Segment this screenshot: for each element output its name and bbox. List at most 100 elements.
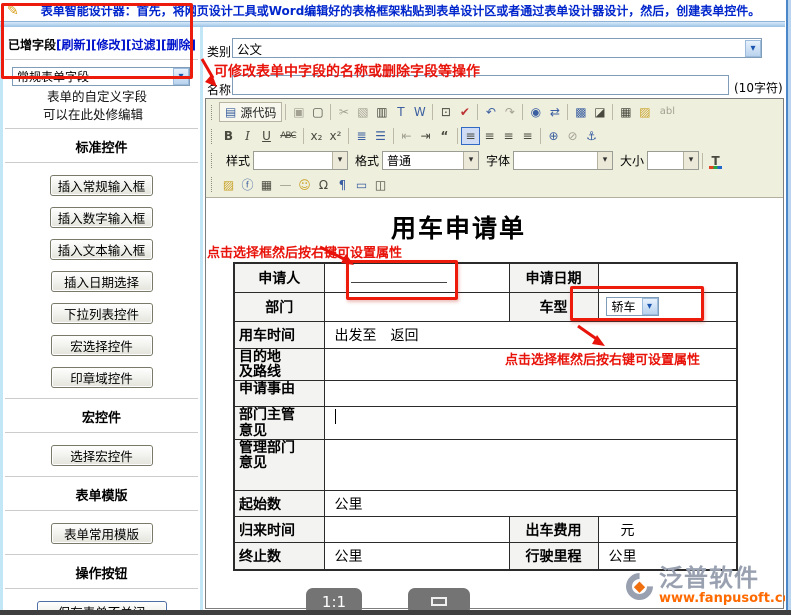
trip-fee-value-cell[interactable]: 元 xyxy=(598,517,737,543)
chevron-down-icon[interactable]: ▾ xyxy=(745,40,761,57)
font-select[interactable]: ▾ xyxy=(513,151,613,170)
outdent-icon[interactable]: ⇤ xyxy=(397,127,416,145)
choose-macro-control-button[interactable]: 选择宏控件 xyxy=(51,445,153,466)
align-center-icon[interactable]: ≡ xyxy=(480,127,499,145)
align-right-icon[interactable]: ≡ xyxy=(499,127,518,145)
flash-icon[interactable]: ⓕ xyxy=(238,176,257,194)
image-button-icon[interactable]: ▨ xyxy=(635,103,654,121)
smiley-icon[interactable]: ☺ xyxy=(295,176,314,194)
cut-icon[interactable]: ✂ xyxy=(334,103,353,121)
annotation-box-added-fields xyxy=(1,3,193,79)
table-icon[interactable]: ▦ xyxy=(257,176,276,194)
toolbar-separator xyxy=(522,104,523,120)
form-icon[interactable]: ▦ xyxy=(616,103,635,121)
divider xyxy=(5,432,198,434)
divider xyxy=(5,588,198,590)
source-code-button[interactable]: ▤源代码 xyxy=(219,102,282,122)
special-char-icon[interactable]: Ω xyxy=(314,176,333,194)
insert-image-icon[interactable]: ▨ xyxy=(219,176,238,194)
end-km-value-cell[interactable]: 公里 xyxy=(324,543,509,570)
print-icon[interactable]: ⊡ xyxy=(436,103,455,121)
toolbar-row-3: 样式 ▾ 格式 普通▾ 字体 ▾ 大小 ▾ T xyxy=(208,148,781,173)
use-time-value-cell[interactable]: 出发至 返回 xyxy=(324,321,737,348)
toolbar-separator xyxy=(393,128,394,144)
end-km-label-cell: 终止数 xyxy=(234,543,324,570)
toolbar-separator xyxy=(330,104,331,120)
divider xyxy=(5,554,198,556)
common-form-templates-button[interactable]: 表单常用模版 xyxy=(51,523,153,544)
format-select[interactable]: 普通▾ xyxy=(382,151,479,170)
link-icon[interactable]: ⊕ xyxy=(544,127,563,145)
document-title: 用车申请单 xyxy=(206,209,711,245)
subscript-icon[interactable]: x₂ xyxy=(307,127,326,145)
select-all-icon[interactable]: ▩ xyxy=(571,103,590,121)
redo-icon[interactable]: ↷ xyxy=(500,103,519,121)
remove-format-eraser-icon[interactable]: ◪ xyxy=(590,103,609,121)
dropdown-list-control-button[interactable]: 下拉列表控件 xyxy=(51,303,153,324)
replace-icon[interactable]: ⇄ xyxy=(545,103,564,121)
destination-label-line1: 目的地 xyxy=(239,350,320,365)
horizontal-rule-icon[interactable]: — xyxy=(276,176,295,194)
trip-fee-label-cell: 出车费用 xyxy=(509,517,598,543)
toolbar-grip xyxy=(211,153,216,168)
text-color-icon[interactable]: T xyxy=(706,152,725,170)
design-canvas[interactable]: 用车申请单 申请人 申请日期 部门 车型 轿车▾ xyxy=(206,198,783,608)
table-row: 归来时间 出车费用 元 xyxy=(234,517,737,543)
italic-icon[interactable]: I xyxy=(238,127,257,145)
bullet-list-icon[interactable]: ☰ xyxy=(371,127,390,145)
reason-value-cell[interactable] xyxy=(324,381,737,407)
toolbar-grip xyxy=(211,105,216,120)
indent-icon[interactable]: ⇥ xyxy=(416,127,435,145)
window-right-border xyxy=(785,0,791,615)
supervisor-opinion-value-cell[interactable] xyxy=(324,407,737,440)
new-page-icon[interactable]: ▢ xyxy=(308,103,327,121)
document-properties-icon[interactable]: ▭ xyxy=(352,176,371,194)
divider xyxy=(5,162,198,164)
mileage-label-cell: 行驶里程 xyxy=(509,543,598,570)
unlink-icon[interactable]: ⊘ xyxy=(563,127,582,145)
supervisor-label-line2: 意见 xyxy=(239,424,320,439)
anchor-icon[interactable]: ⚓ xyxy=(582,127,601,145)
insert-text-input-button[interactable]: 插入文本输入框 xyxy=(50,239,154,260)
save-icon[interactable]: ▣ xyxy=(289,103,308,121)
insert-number-input-button[interactable]: 插入数字输入框 xyxy=(50,207,154,228)
style-select[interactable]: ▾ xyxy=(253,151,348,170)
text-field-icon[interactable]: abl xyxy=(654,103,680,121)
copy-icon[interactable]: ▧ xyxy=(353,103,372,121)
seal-area-control-button[interactable]: 印章域控件 xyxy=(51,367,153,388)
paste-from-word-icon[interactable]: W xyxy=(410,103,429,121)
admin-opinion-value-cell[interactable] xyxy=(324,440,737,491)
superscript-icon[interactable]: x² xyxy=(326,127,345,145)
insert-regular-input-button[interactable]: 插入常规输入框 xyxy=(50,175,154,196)
insert-date-picker-button[interactable]: 插入日期选择 xyxy=(51,271,153,292)
size-select[interactable]: ▾ xyxy=(647,151,699,170)
category-dropdown[interactable]: 公文 ▾ xyxy=(232,38,762,58)
paste-plain-text-icon[interactable]: T xyxy=(391,103,410,121)
paste-icon[interactable]: ▥ xyxy=(372,103,391,121)
text-cursor xyxy=(335,409,336,424)
bold-icon[interactable]: B xyxy=(219,127,238,145)
spellcheck-icon[interactable]: ✔ xyxy=(455,103,474,121)
page-break-icon[interactable]: ¶ xyxy=(333,176,352,194)
find-icon[interactable]: ◉ xyxy=(526,103,545,121)
table-row: 管理部门意见 xyxy=(234,440,737,491)
undo-icon[interactable]: ↶ xyxy=(481,103,500,121)
justify-icon[interactable]: ≡ xyxy=(518,127,537,145)
destination-label-line2: 及路线 xyxy=(239,365,320,380)
added-fields-note-2: 可以在此处修编辑 xyxy=(43,107,200,122)
toolbar-separator xyxy=(432,104,433,120)
preview-icon[interactable]: ◫ xyxy=(371,176,390,194)
strikethrough-icon[interactable]: ABC xyxy=(276,127,300,145)
department-label-cell: 部门 xyxy=(234,292,324,321)
start-km-value-cell[interactable]: 公里 xyxy=(324,491,737,517)
format-select-value: 普通 xyxy=(387,152,411,169)
ordered-list-icon[interactable]: ≣ xyxy=(352,127,371,145)
chevron-down-icon: ▾ xyxy=(332,152,347,169)
blockquote-icon[interactable]: “ xyxy=(435,127,454,145)
align-left-icon[interactable]: ≡ xyxy=(461,127,480,145)
return-time-value-cell[interactable] xyxy=(324,517,509,543)
macro-select-control-button[interactable]: 宏选择控件 xyxy=(51,335,153,356)
underline-icon[interactable]: U xyxy=(257,127,276,145)
fit-screen-icon xyxy=(431,597,447,606)
section-title-macro-controls: 宏控件 xyxy=(3,407,200,426)
